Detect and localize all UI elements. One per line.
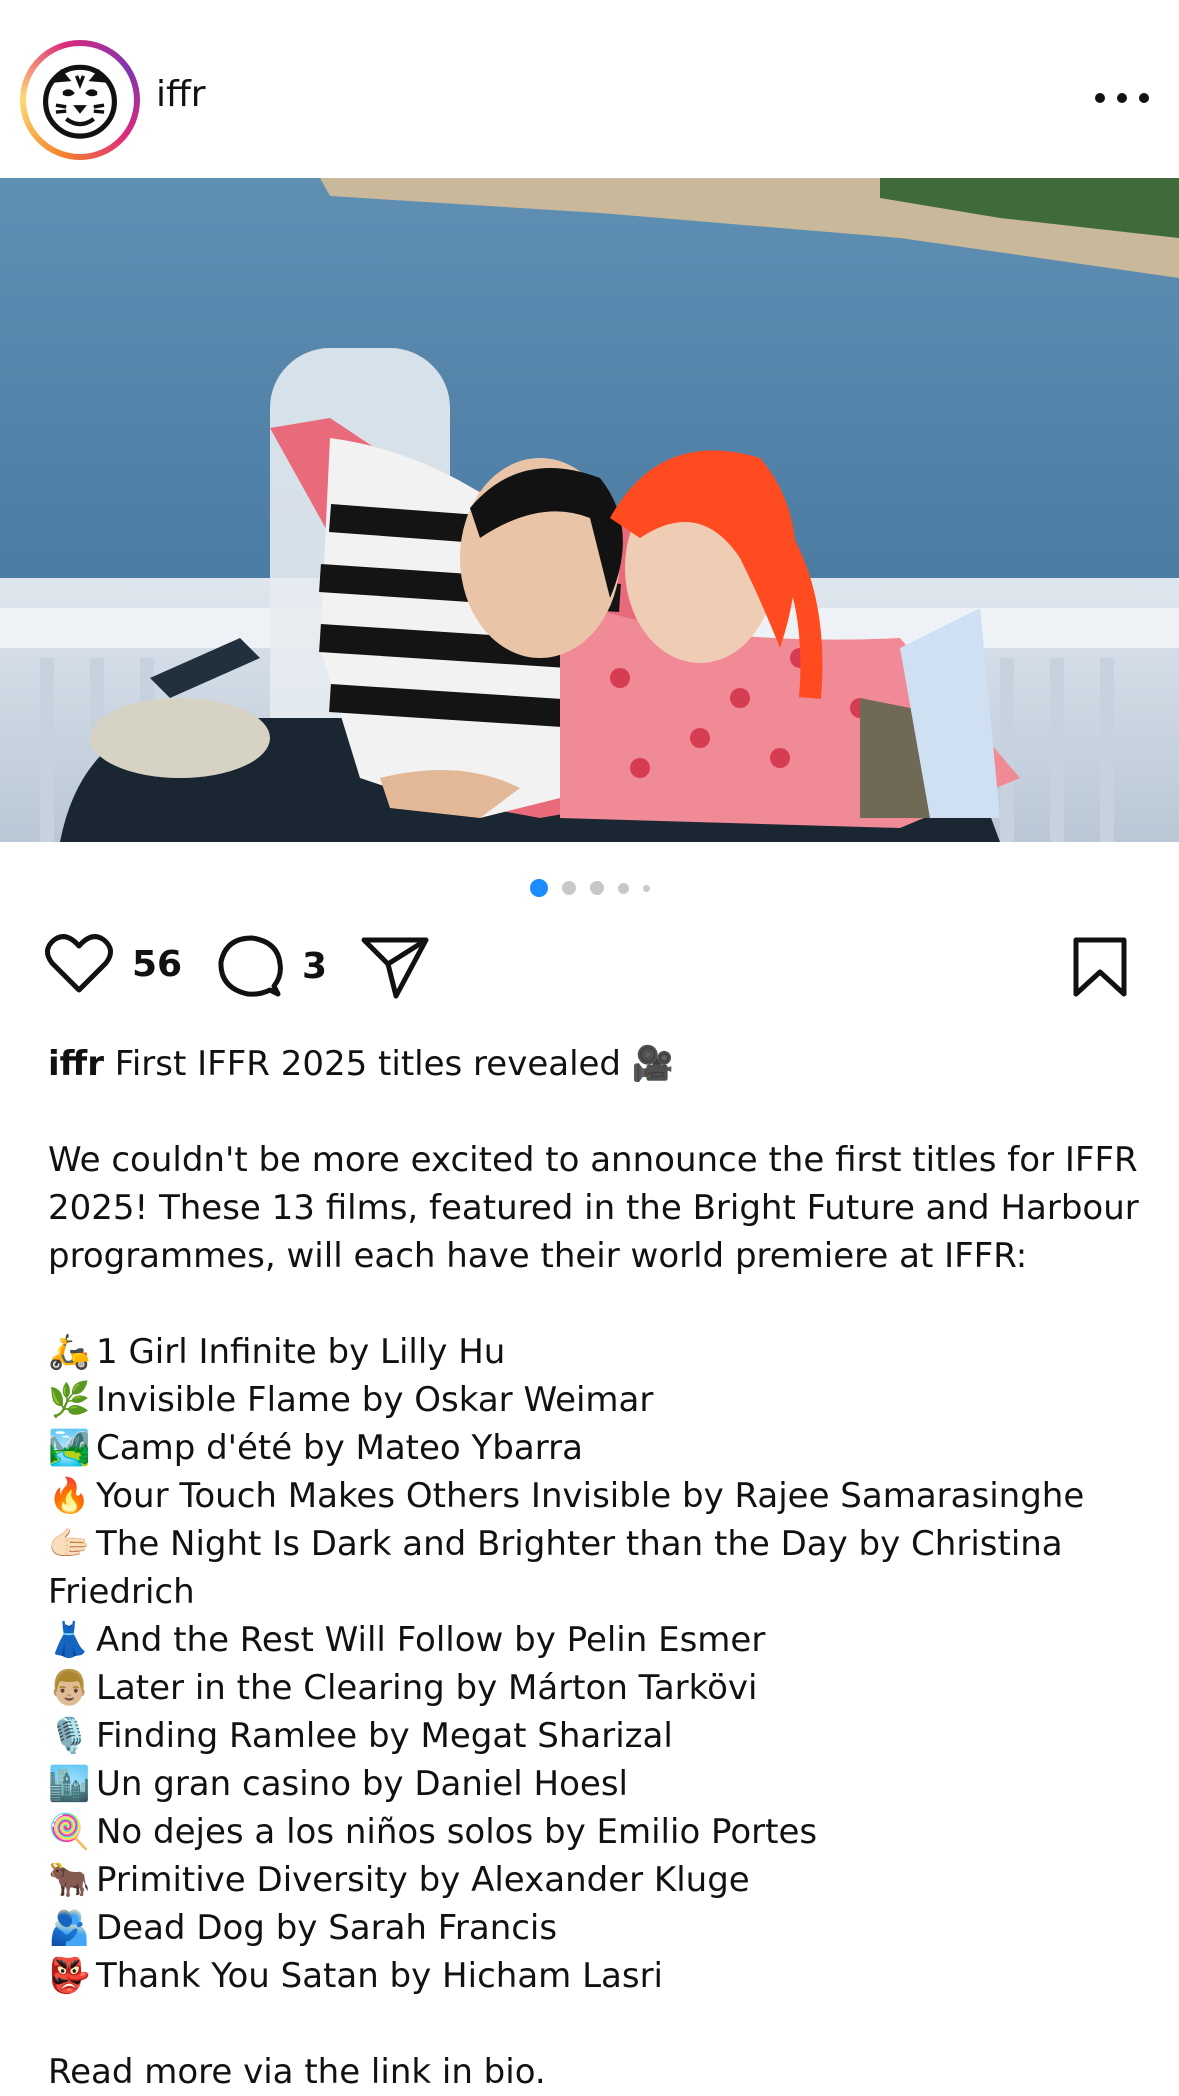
film-list-item: 🔥 Your Touch Makes Others Invisible by Ra…	[48, 1472, 1148, 1520]
film-list-item: 🫱🏻 The Night Is Dark and Brighter than th…	[48, 1520, 1148, 1616]
film-emoji: 🍭	[48, 1812, 91, 1852]
post-photo[interactable]	[0, 178, 1179, 842]
film-list-item: 🫂 Dead Dog by Sarah Francis	[48, 1904, 1148, 1952]
caption-headline: iffr First IFFR 2025 titles revealed 🎥	[48, 1040, 1148, 1088]
film-emoji: 🌿	[48, 1380, 91, 1420]
post-caption: iffr First IFFR 2025 titles revealed 🎥 W…	[48, 1040, 1148, 2096]
avatar[interactable]	[20, 40, 140, 160]
save-button[interactable]	[1072, 936, 1128, 998]
film-emoji: 👗	[48, 1620, 91, 1660]
film-list-item: 🛵 1 Girl Infinite by Lilly Hu	[48, 1328, 1148, 1376]
film-list-item: 🐂 Primitive Diversity by Alexander Kluge	[48, 1856, 1148, 1904]
like-button[interactable]: 56	[44, 932, 182, 996]
film-list-item: 👨🏼 Later in the Clearing by Márton Tarköv…	[48, 1664, 1148, 1712]
film-list-item: 🏙️ Un gran casino by Daniel Hoesl	[48, 1760, 1148, 1808]
like-count[interactable]: 56	[132, 944, 182, 985]
film-title: Your Touch Makes Others Invisible by Raj…	[96, 1476, 1085, 1516]
caption-intro: We couldn't be more excited to announce …	[48, 1140, 1139, 1276]
film-title: Invisible Flame by Oskar Weimar	[96, 1380, 654, 1420]
film-emoji: 🎙️	[48, 1716, 91, 1756]
film-list-item: 🎙️ Finding Ramlee by Megat Sharizal	[48, 1712, 1148, 1760]
film-list-item: 🏞️ Camp d'été by Mateo Ybarra	[48, 1424, 1148, 1472]
film-title: And the Rest Will Follow by Pelin Esmer	[96, 1620, 766, 1660]
comment-count[interactable]: 3	[302, 946, 327, 987]
share-button[interactable]	[360, 934, 430, 1000]
caption-outro: Read more via the link in bio.	[48, 2052, 546, 2092]
film-list: 🛵 1 Girl Infinite by Lilly Hu 🌿 Invisible F…	[48, 1328, 1148, 2000]
comment-icon	[218, 935, 283, 997]
film-emoji: 👺	[48, 1956, 91, 1996]
film-list-item: 👗 And the Rest Will Follow by Pelin Esmer	[48, 1616, 1148, 1664]
film-emoji: 👨🏼	[48, 1668, 91, 1708]
film-title: The Night Is Dark and Brighter than the …	[48, 1524, 1074, 1612]
more-options-icon[interactable]	[1095, 78, 1149, 118]
film-list-item: 🌿 Invisible Flame by Oskar Weimar	[48, 1376, 1148, 1424]
film-title: Later in the Clearing by Márton Tarkövi	[96, 1668, 758, 1708]
post-username[interactable]: iffr	[156, 74, 206, 115]
carousel-indicator[interactable]	[0, 878, 1179, 898]
film-title: No dejes a los niños solos by Emilio Por…	[96, 1812, 818, 1852]
send-icon	[361, 937, 429, 999]
heart-icon	[45, 934, 113, 993]
carousel-dot[interactable]	[617, 882, 629, 894]
film-emoji: 🫱🏻	[48, 1524, 91, 1564]
tiger-logo-icon	[26, 46, 134, 154]
film-title: Finding Ramlee by Megat Sharizal	[96, 1716, 673, 1756]
bookmark-icon	[1073, 937, 1127, 997]
carousel-dot[interactable]	[529, 879, 548, 897]
carousel-dot[interactable]	[561, 881, 576, 895]
film-list-item: 🍭 No dejes a los niños solos by Emilio Po…	[48, 1808, 1148, 1856]
carousel-dot[interactable]	[589, 881, 604, 895]
caption-headline-text: First IFFR 2025 titles revealed 🎥	[114, 1044, 675, 1084]
film-title: Un gran casino by Daniel Hoesl	[96, 1764, 628, 1804]
film-list-item: 👺 Thank You Satan by Hicham Lasri	[48, 1952, 1148, 2000]
action-bar: 56 3	[0, 932, 1179, 1002]
film-title: Thank You Satan by Hicham Lasri	[96, 1956, 663, 1996]
film-emoji: 🐂	[48, 1860, 91, 1900]
comment-button[interactable]: 3	[216, 932, 327, 1000]
film-emoji: 🏙️	[48, 1764, 91, 1804]
post-header: iffr	[0, 0, 1179, 178]
film-emoji: 🔥	[48, 1476, 91, 1516]
film-title: Dead Dog by Sarah Francis	[96, 1908, 558, 1948]
carousel-dot[interactable]	[642, 884, 650, 892]
film-emoji: 🫂	[48, 1908, 91, 1948]
film-title: 1 Girl Infinite by Lilly Hu	[96, 1332, 506, 1372]
film-emoji: 🛵	[48, 1332, 91, 1372]
film-emoji: 🏞️	[48, 1428, 91, 1468]
film-title: Primitive Diversity by Alexander Kluge	[96, 1860, 750, 1900]
film-title: Camp d'été by Mateo Ybarra	[96, 1428, 583, 1468]
caption-username[interactable]: iffr	[48, 1044, 104, 1084]
